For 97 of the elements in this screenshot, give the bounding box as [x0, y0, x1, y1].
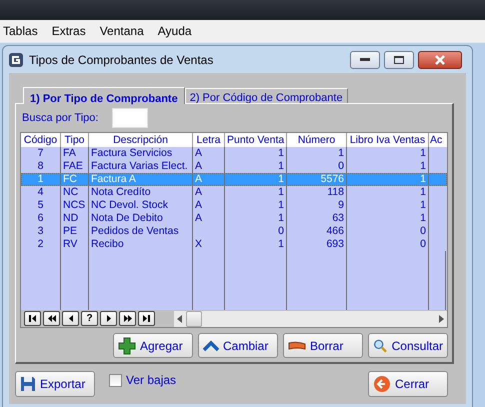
table-cell: 1 [225, 199, 287, 212]
menu-item[interactable]: Ayuda [158, 24, 192, 38]
search-button[interactable]: Consultar [368, 333, 448, 358]
column-header[interactable]: Código [21, 133, 61, 147]
table-cell: 63 [287, 212, 347, 225]
column-header[interactable]: Ac [429, 133, 446, 147]
table-cell: 9 [287, 199, 347, 212]
eraser-icon [288, 340, 306, 350]
magnifier-icon [373, 336, 388, 354]
table-cell: 1 [347, 173, 429, 186]
column-header[interactable]: Punto Venta [225, 133, 287, 147]
last-icon [142, 314, 152, 323]
close-form-button[interactable]: Cerrar [368, 371, 448, 397]
table-cell: 1 [21, 173, 61, 186]
column-header[interactable]: Descripción [89, 133, 193, 147]
search-label: Busca por Tipo: [22, 112, 98, 124]
table-cell: 118 [287, 186, 347, 199]
table-cell: 0 [225, 225, 287, 238]
column-header[interactable]: Letra [193, 133, 225, 147]
app-icon [9, 52, 23, 66]
maximize-icon [394, 56, 404, 64]
checkbox[interactable] [109, 374, 122, 386]
menu-item[interactable]: Tablas [3, 24, 38, 38]
table-cell: Nota De Debito [89, 212, 193, 225]
table-cell: Factura A [89, 173, 193, 186]
table-cell: 0 [347, 225, 429, 238]
nav-button[interactable] [119, 311, 136, 326]
table-cell: 1 [225, 147, 287, 160]
table-cell: A [193, 147, 225, 160]
table-cell: Pedidos de Ventas [89, 225, 193, 238]
nav-button[interactable] [43, 311, 60, 326]
table-cell: 4 [21, 186, 61, 199]
checkbox-label: Ver bajas [126, 373, 176, 387]
table-cell: 1 [225, 186, 287, 199]
column-header[interactable]: Número [287, 133, 347, 147]
maximize-button[interactable] [384, 50, 414, 68]
table-cell: 7 [21, 147, 61, 160]
table-row[interactable]: 5 NCS NC Devol. Stock A 1 9 1 [21, 199, 447, 212]
nav-button[interactable] [62, 311, 79, 326]
table-row[interactable]: 4 NC Nota Credíto A 1 118 1 [21, 186, 447, 199]
nav-button[interactable] [24, 311, 41, 326]
first-icon [28, 314, 38, 323]
minimize-button[interactable] [350, 50, 380, 68]
minimize-icon [360, 58, 370, 61]
table-cell: PE [61, 225, 89, 238]
prior-page-icon [46, 314, 56, 323]
scroll-left-icon [177, 314, 182, 322]
table-row[interactable]: 3 PE Pedidos de Ventas 0 466 0 [21, 225, 447, 238]
export-button[interactable]: Exportar [15, 371, 95, 397]
window-title: Tipos de Comprobantes de Ventas [29, 52, 214, 66]
close-button[interactable] [418, 50, 462, 68]
table-cell: FC [61, 173, 89, 186]
table-cell: 3 [21, 225, 61, 238]
table-cell: NC Devol. Stock [89, 199, 193, 212]
table-cell: 5 [21, 199, 61, 212]
close-icon [434, 54, 446, 64]
table-cell: NCS [61, 199, 89, 212]
nav-button[interactable] [138, 311, 155, 326]
table-cell: A [193, 212, 225, 225]
edit-button[interactable]: Cambiar [198, 333, 278, 358]
scroll-right-icon [439, 314, 444, 322]
table-cell: Factura Servicios [89, 147, 193, 160]
table-cell: 1 [347, 186, 429, 199]
table-cell: 1 [225, 212, 287, 225]
table-cell: FA [61, 147, 89, 160]
table-cell: 1 [225, 173, 287, 186]
table-cell: A [193, 186, 225, 199]
table-cell: ND [61, 212, 89, 225]
table-cell: 5576 [287, 173, 347, 186]
next-page-icon [122, 314, 132, 323]
menu-item[interactable]: Extras [52, 24, 86, 38]
column-header[interactable]: Tipo [61, 133, 89, 147]
table-cell: 1 [347, 212, 429, 225]
search-field[interactable] [112, 108, 148, 128]
horizontal-scrollbar[interactable] [174, 310, 447, 326]
delete-button[interactable]: Borrar [283, 333, 363, 358]
table-cell: 1 [347, 147, 429, 160]
nav-button[interactable] [100, 311, 117, 326]
add-button[interactable]: Agregar [113, 333, 193, 358]
table-cell: 6 [21, 212, 61, 225]
table-cell: 466 [287, 225, 347, 238]
table-cell: 1 [347, 199, 429, 212]
table-cell: 1 [287, 147, 347, 160]
scrollbar-thumb[interactable] [186, 310, 202, 326]
table-cell: A [193, 173, 225, 186]
tab[interactable]: 2) Por Código de Comprobante [184, 88, 348, 103]
table-row[interactable]: 7 FA Factura Servicios A 1 1 1 [21, 147, 447, 160]
chevron-up-icon [203, 340, 219, 352]
table-cell: A [193, 199, 225, 212]
tab[interactable]: 1) Por Tipo de Comprobante [23, 87, 185, 104]
table-row[interactable]: 6 ND Nota De Debito A 1 63 1 [21, 212, 447, 225]
column-header[interactable]: Libro Iva Ventas [347, 133, 429, 147]
menu-item[interactable]: Ventana [100, 24, 144, 38]
help-button[interactable]: ? [81, 311, 98, 326]
table-cell: Nota Credíto [89, 186, 193, 199]
table-cell: NC [61, 186, 89, 199]
plus-icon [118, 336, 136, 354]
